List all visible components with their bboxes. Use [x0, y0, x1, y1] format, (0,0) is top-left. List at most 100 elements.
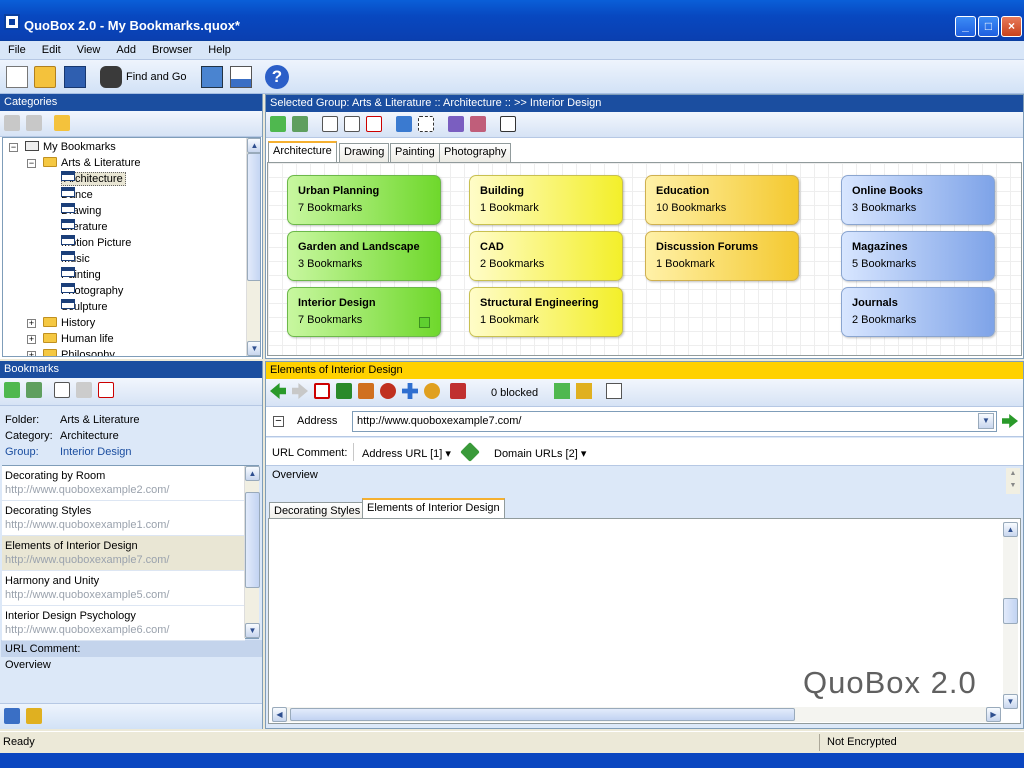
- address-url-dropdown[interactable]: Address URL [1] ▾: [362, 447, 451, 460]
- web-scroll-right-icon[interactable]: ▶: [986, 707, 1001, 722]
- menu-help[interactable]: Help: [200, 41, 239, 56]
- tree-expander-icon[interactable]: +: [27, 319, 36, 328]
- tree-expander-icon[interactable]: +: [27, 335, 36, 344]
- comment-scroll-icon[interactable]: ▲ ▼: [1006, 468, 1020, 494]
- scroll-down-icon[interactable]: ▼: [245, 623, 260, 638]
- web-scroll-down-icon[interactable]: ▼: [1003, 694, 1018, 709]
- tree-node-history[interactable]: History: [43, 315, 95, 331]
- tree-expander-icon[interactable]: +: [27, 351, 36, 356]
- bookmark-item[interactable]: Harmony and Unity http://www.quoboxexampl…: [2, 571, 245, 606]
- menu-file[interactable]: File: [0, 41, 34, 56]
- report-icon[interactable]: [230, 66, 252, 88]
- bookmark-item[interactable]: Decorating Styles http://www.quoboxexampl…: [2, 501, 245, 536]
- pencil-icon[interactable]: [460, 442, 480, 462]
- menu-view[interactable]: View: [69, 41, 109, 56]
- folder-options-icon[interactable]: [54, 115, 70, 131]
- address-input[interactable]: http://www.quoboxexample7.com/: [352, 411, 997, 432]
- maximize-button[interactable]: □: [978, 16, 999, 37]
- tree-node-sculpture[interactable]: Sculpture: [61, 299, 107, 315]
- group-card-structural-engineering[interactable]: Structural Engineering 1 Bookmark: [469, 287, 623, 337]
- tree-node-philosophy[interactable]: Philosophy: [43, 347, 115, 356]
- stop-icon[interactable]: [314, 383, 330, 399]
- tab-photography[interactable]: Photography: [439, 143, 512, 162]
- web-hscroll-thumb[interactable]: [290, 708, 795, 721]
- export-icon[interactable]: [4, 708, 20, 724]
- title-bar[interactable]: QuoBox 2.0 - My Bookmarks.quox* _ □ ×: [0, 0, 1024, 41]
- arrange-icon[interactable]: [396, 116, 412, 132]
- bookmark-item[interactable]: Interior Design Psychology http://www.quo…: [2, 606, 245, 641]
- menu-browser[interactable]: Browser: [144, 41, 200, 56]
- gear-icon[interactable]: [424, 383, 440, 399]
- copy-bookmark-icon[interactable]: [54, 382, 70, 398]
- color-icon[interactable]: [448, 116, 464, 132]
- group-card-garden-and-landscape[interactable]: Garden and Landscape 3 Bookmarks: [287, 231, 441, 281]
- new-file-icon[interactable]: [6, 66, 28, 88]
- search-icon[interactable]: [380, 383, 396, 399]
- group-card-education[interactable]: Education 10 Bookmarks: [645, 175, 799, 225]
- domain-urls-dropdown[interactable]: Domain URLs [2] ▾: [494, 447, 586, 460]
- group-card-journals[interactable]: Journals 2 Bookmarks: [841, 287, 995, 337]
- paste-bookmark-icon[interactable]: [76, 382, 92, 398]
- bookmark-item[interactable]: Decorating by Room http://www.quoboxexamp…: [2, 466, 245, 501]
- category-tree[interactable]: − My Bookmarks − Arts & Literature Architect…: [2, 137, 261, 357]
- find-and-go-button[interactable]: Find and Go: [126, 71, 187, 83]
- collapse-address-icon[interactable]: −: [273, 416, 284, 427]
- web-scroll-up-icon[interactable]: ▲: [1003, 522, 1018, 537]
- tree-node-my-bookmarks[interactable]: My Bookmarks: [25, 139, 116, 155]
- edit-group-icon[interactable]: [292, 116, 308, 132]
- popup-blocker-icon[interactable]: [450, 383, 466, 399]
- add-category-icon[interactable]: [4, 115, 20, 131]
- address-dropdown-icon[interactable]: ▼: [978, 413, 994, 429]
- refresh-icon[interactable]: [336, 383, 352, 399]
- add-bookmark-icon[interactable]: [4, 382, 20, 398]
- delete-icon[interactable]: [366, 116, 382, 132]
- tree-node-dance[interactable]: Dance: [61, 187, 93, 203]
- tab-drawing[interactable]: Drawing: [339, 143, 390, 162]
- tree-node-motion-picture[interactable]: Motion Picture: [61, 235, 131, 251]
- binoculars-icon[interactable]: [100, 66, 122, 88]
- tree-node-human-life[interactable]: Human life: [43, 331, 114, 347]
- paste-icon[interactable]: [344, 116, 360, 132]
- web-scroll-thumb[interactable]: [1003, 598, 1018, 624]
- group-card-magazines[interactable]: Magazines 5 Bookmarks: [841, 231, 995, 281]
- select-icon[interactable]: [418, 116, 434, 132]
- bookmark-item[interactable]: Elements of Interior Design http://www.qu…: [2, 536, 245, 571]
- tree-scroll-thumb[interactable]: [247, 153, 260, 281]
- home-icon[interactable]: [358, 383, 374, 399]
- monitor-icon[interactable]: [201, 66, 223, 88]
- category-tree-scrollbar[interactable]: ▲ ▼: [246, 138, 260, 356]
- tree-scroll-up-icon[interactable]: ▲: [247, 138, 260, 153]
- group-card-urban-planning[interactable]: Urban Planning 7 Bookmarks: [287, 175, 441, 225]
- add-url-icon[interactable]: [554, 383, 570, 399]
- tree-node-music[interactable]: Music: [61, 251, 90, 267]
- copy-icon[interactable]: [322, 116, 338, 132]
- edit-category-icon[interactable]: [26, 115, 42, 131]
- group-card-building[interactable]: Building 1 Bookmark: [469, 175, 623, 225]
- color-alt-icon[interactable]: [470, 116, 486, 132]
- group-card-discussion-forums[interactable]: Discussion Forums 1 Bookmark: [645, 231, 799, 281]
- forward-arrow-icon[interactable]: [292, 383, 308, 399]
- scroll-up-icon[interactable]: ▲: [245, 466, 260, 481]
- edit-url-icon[interactable]: [576, 383, 592, 399]
- web-content-area[interactable]: QuoBox 2.0 ▲ ▼ ◀ ▶: [268, 518, 1021, 724]
- back-arrow-icon[interactable]: [270, 383, 286, 399]
- tree-node-photography[interactable]: Photography: [61, 283, 123, 299]
- tree-node-arts-literature[interactable]: Arts & Literature: [43, 155, 140, 171]
- web-scroll-left-icon[interactable]: ◀: [272, 707, 287, 722]
- edit-bookmark-icon[interactable]: [26, 382, 42, 398]
- tab-architecture[interactable]: Architecture: [268, 141, 337, 162]
- tree-node-drawing[interactable]: Drawing: [61, 203, 101, 219]
- comment-text-area[interactable]: Overview ▲ ▼: [266, 466, 1023, 495]
- tree-node-architecture[interactable]: Architecture: [61, 171, 126, 187]
- view-options-icon[interactable]: [500, 116, 516, 132]
- group-card-cad[interactable]: CAD 2 Bookmarks: [469, 231, 623, 281]
- help-icon[interactable]: ?: [265, 65, 289, 89]
- close-button[interactable]: ×: [1001, 16, 1022, 37]
- group-card-interior-design[interactable]: Interior Design 7 Bookmarks: [287, 287, 441, 337]
- browser-tab-elements-of-interior-design[interactable]: Elements of Interior Design: [362, 498, 505, 519]
- bookmark-list-scrollbar[interactable]: ▲ ▼: [244, 466, 260, 638]
- menu-add[interactable]: Add: [108, 41, 144, 56]
- app-icon[interactable]: [4, 14, 20, 30]
- delete-bookmark-icon[interactable]: [98, 382, 114, 398]
- minimize-button[interactable]: _: [955, 16, 976, 37]
